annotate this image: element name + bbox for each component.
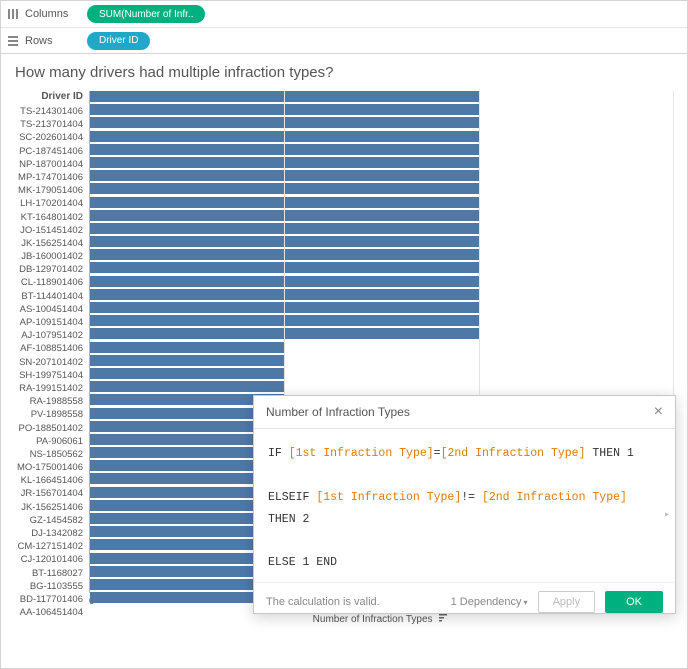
close-icon[interactable]: ×	[654, 404, 663, 420]
rows-icon	[7, 35, 19, 47]
y-tick-label: AJ-107951402	[15, 329, 83, 342]
y-tick-label: SC-202601404	[15, 131, 83, 144]
y-tick-label: MK-179051406	[15, 184, 83, 197]
y-tick-label: KL-166451406	[15, 474, 83, 487]
y-tick-label: CL-118901406	[15, 276, 83, 289]
y-tick-label: PC-187451406	[15, 145, 83, 158]
bar[interactable]	[90, 381, 284, 392]
y-tick-label: JB-160001402	[15, 250, 83, 263]
columns-shelf[interactable]: Columns SUM(Number of Infr..	[1, 1, 687, 27]
y-tick-label: CJ-120101406	[15, 553, 83, 566]
y-tick-label: AA-106451404	[15, 606, 83, 619]
y-tick-label: PA-906061	[15, 435, 83, 448]
rows-label: Rows	[25, 35, 87, 47]
columns-icon	[7, 8, 19, 20]
y-tick-label: KT-164801402	[15, 211, 83, 224]
y-tick-label: CM-127151402	[15, 540, 83, 553]
shelves: Columns SUM(Number of Infr.. Rows Driver…	[1, 1, 687, 54]
y-tick-label: JO-151451402	[15, 224, 83, 237]
y-tick-label: AF-108851406	[15, 342, 83, 355]
y-tick-label: DJ-1342082	[15, 527, 83, 540]
columns-label: Columns	[25, 8, 87, 20]
y-tick-label: NS-1850562	[15, 448, 83, 461]
y-tick-label: JK-156251406	[15, 501, 83, 514]
y-tick-label: BT-114401404	[15, 290, 83, 303]
y-tick-label: MP-174701406	[15, 171, 83, 184]
y-tick-label: JK-156251404	[15, 237, 83, 250]
expand-caret-icon[interactable]: ▸	[664, 506, 670, 525]
y-axis-header: Driver ID	[15, 91, 83, 105]
y-tick-label: BD-117701406	[15, 593, 83, 606]
bar[interactable]	[90, 368, 284, 379]
y-tick-label: AP-109151404	[15, 316, 83, 329]
y-tick-label: PV-1898558	[15, 408, 83, 421]
columns-pill[interactable]: SUM(Number of Infr..	[87, 5, 205, 23]
chevron-down-icon: ▾	[524, 598, 528, 607]
y-tick-label: TS-214301406	[15, 105, 83, 118]
bar[interactable]	[90, 355, 284, 366]
y-tick-label: LH-170201404	[15, 197, 83, 210]
dependency-dropdown[interactable]: 1 Dependency▾	[451, 596, 528, 608]
ok-button[interactable]: OK	[605, 591, 663, 613]
y-tick-label: BG-1103555	[15, 580, 83, 593]
calc-formula-body[interactable]: IF [1st Infraction Type]=[2nd Infraction…	[254, 429, 675, 582]
y-tick-label: RA-1988558	[15, 395, 83, 408]
y-axis: Driver ID TS-214301406TS-213701404SC-202…	[15, 91, 89, 626]
calc-status: The calculation is valid.	[266, 596, 441, 608]
y-tick-label: DB-129701402	[15, 263, 83, 276]
y-tick-label: RA-199151402	[15, 382, 83, 395]
rows-shelf[interactable]: Rows Driver ID	[1, 27, 687, 53]
viz-title: How many drivers had multiple infraction…	[15, 64, 673, 81]
y-tick-label: SN-207101402	[15, 356, 83, 369]
y-tick-label: JR-156701404	[15, 487, 83, 500]
y-tick-label: BT-1168027	[15, 567, 83, 580]
y-tick-label: AS-100451404	[15, 303, 83, 316]
rows-pill[interactable]: Driver ID	[87, 32, 150, 50]
calculation-editor: Number of Infraction Types × IF [1st Inf…	[253, 395, 676, 614]
y-tick-label: GZ-1454582	[15, 514, 83, 527]
y-tick-label: TS-213701404	[15, 118, 83, 131]
y-tick-label: PO-188501402	[15, 422, 83, 435]
bar[interactable]	[90, 342, 284, 353]
y-tick-label: NP-187001404	[15, 158, 83, 171]
y-tick-label: MO-175001406	[15, 461, 83, 474]
calc-title[interactable]: Number of Infraction Types	[266, 405, 410, 419]
y-tick-label: SH-199751404	[15, 369, 83, 382]
apply-button[interactable]: Apply	[538, 591, 596, 613]
